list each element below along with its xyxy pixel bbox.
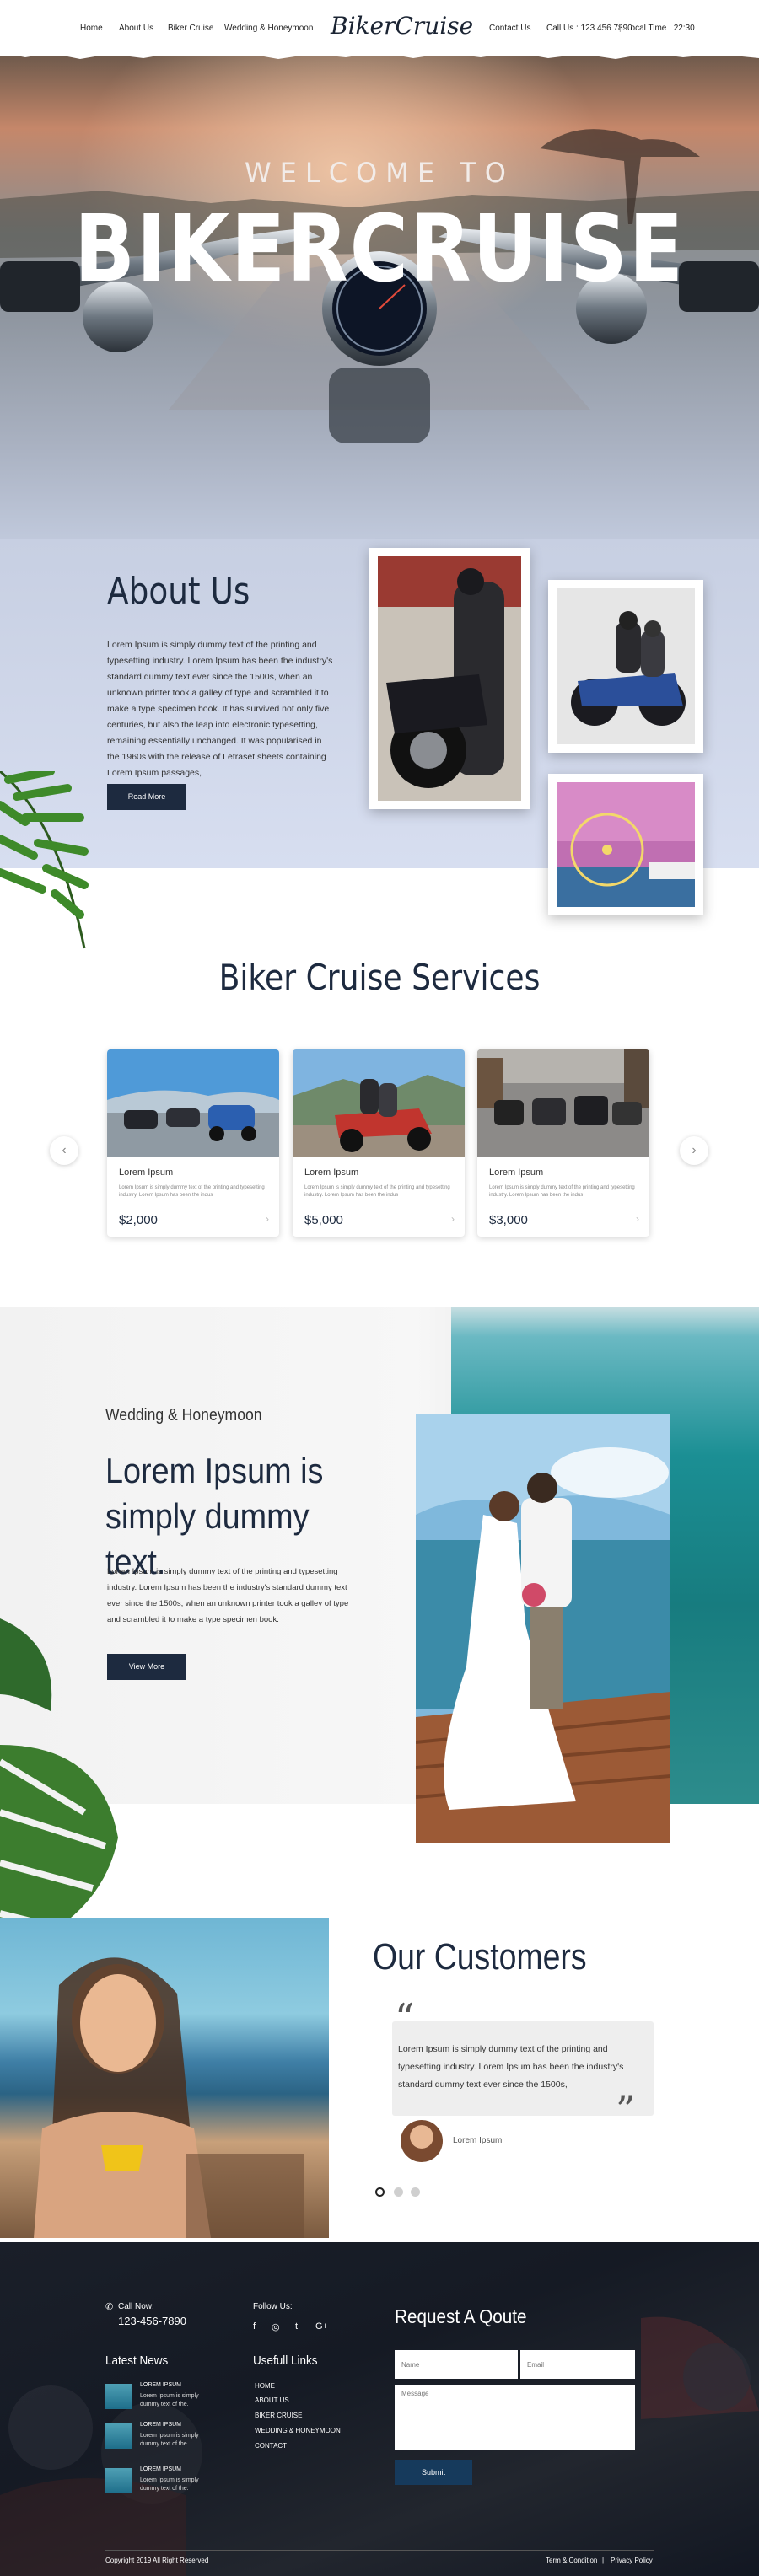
privacy-link[interactable]: Privacy Policy — [611, 2557, 653, 2564]
hero-title: BIKERCRUISE — [73, 195, 686, 303]
facebook-icon[interactable]: f — [253, 2321, 256, 2332]
service-card-price: $5,000 — [304, 1213, 343, 1227]
phone-icon: ✆ — [105, 2302, 114, 2312]
testimonial-author: Lorem Ipsum — [453, 2136, 503, 2145]
nav-wedding-honeymoon[interactable]: Wedding & Honeymoon — [224, 24, 313, 33]
follow-us-label: Follow Us: — [253, 2302, 293, 2311]
testimonial-text: Lorem Ipsum is simply dummy text of the … — [398, 2044, 624, 2090]
service-image-bikes-blue — [107, 1049, 279, 1157]
news-item-title[interactable]: LOREM IPSUM — [140, 2466, 181, 2472]
customer-avatar — [401, 2120, 443, 2162]
palm-leaf-decoration — [0, 771, 89, 949]
motorcycle-handlebar-image — [0, 56, 759, 578]
carousel-prev-button[interactable]: ‹ — [50, 1136, 78, 1165]
about-title: About Us — [107, 570, 250, 613]
footer-link-home[interactable]: HOME — [255, 2382, 275, 2390]
nav-biker-cruise[interactable]: Biker Cruise — [168, 24, 213, 33]
carousel-dot-active[interactable] — [375, 2187, 385, 2197]
service-card[interactable]: Lorem Ipsum Lorem Ipsum is simply dummy … — [107, 1049, 279, 1237]
service-card-title: Lorem Ipsum — [304, 1167, 359, 1178]
news-item-text: Lorem Ipsum is simply dummy text of the. — [140, 2433, 199, 2447]
service-image-couple-red-bike — [293, 1049, 465, 1157]
news-item-title[interactable]: LOREM IPSUM — [140, 2422, 181, 2428]
service-card[interactable]: Lorem Ipsum Lorem Ipsum is simply dummy … — [477, 1049, 649, 1237]
service-card-title: Lorem Ipsum — [119, 1167, 174, 1178]
chevron-right-icon[interactable]: › — [266, 1213, 269, 1225]
photo-ferris-wheel — [548, 774, 703, 915]
service-card-price: $3,000 — [489, 1213, 528, 1227]
nav-contact-us[interactable]: Contact Us — [489, 24, 530, 33]
service-card-desc: Lorem Ipsum is simply dummy text of the … — [304, 1185, 450, 1198]
ferris-wheel-image — [557, 782, 695, 907]
carousel-dot[interactable] — [411, 2187, 420, 2197]
couple-on-bike-image — [557, 588, 695, 744]
news-item-text: Lorem Ipsum is simply dummy text of the. — [140, 2393, 199, 2407]
service-image-street-bikes — [477, 1049, 649, 1157]
nav-home[interactable]: Home — [80, 24, 103, 33]
service-card-price: $2,000 — [119, 1213, 158, 1227]
footer-separator: | — [602, 2557, 605, 2564]
chevron-right-icon[interactable]: › — [451, 1213, 455, 1225]
hero-welcome-text: WELCOME TO — [245, 157, 514, 189]
monstera-leaf-decoration — [0, 1618, 118, 1956]
message-textarea[interactable] — [395, 2385, 635, 2450]
wedding-couple-image — [416, 1414, 670, 1843]
footer-divider — [105, 2550, 654, 2551]
photo-biker-couple — [369, 548, 530, 809]
google-plus-icon[interactable]: G+ — [315, 2321, 328, 2332]
local-time-text: Local Time : 22:30 — [626, 24, 695, 33]
latest-news-heading: Latest News — [105, 2353, 169, 2368]
name-input[interactable] — [395, 2350, 518, 2379]
instagram-icon[interactable]: ◎ — [272, 2321, 280, 2332]
useful-links-heading: Usefull Links — [253, 2353, 318, 2368]
news-item-text: Lorem Ipsum is simply dummy text of the. — [140, 2477, 199, 2492]
site-logo[interactable]: BikerCruise — [331, 12, 473, 40]
hero-banner: WELCOME TO BIKERCRUISE — [0, 56, 759, 578]
twitter-icon[interactable]: t — [295, 2321, 298, 2332]
news-thumbnail[interactable] — [105, 2384, 132, 2409]
read-more-button[interactable]: Read More — [107, 784, 186, 810]
submit-button[interactable]: Submit — [395, 2460, 472, 2485]
carousel-dot[interactable] — [394, 2187, 403, 2197]
chevron-right-icon[interactable]: › — [636, 1213, 639, 1225]
carousel-next-button[interactable]: › — [680, 1136, 708, 1165]
about-paragraph: Lorem Ipsum is simply dummy text of the … — [107, 640, 333, 778]
news-thumbnail[interactable] — [105, 2468, 132, 2493]
wedding-paragraph: Lorem Ipsum is simply dummy text of the … — [107, 1567, 349, 1624]
customers-title: Our Customers — [373, 1936, 587, 1978]
photo-couple-on-bike — [548, 580, 703, 753]
smiling-woman-beach-image — [0, 1918, 329, 2238]
footer-link-about[interactable]: ABOUT US — [255, 2396, 289, 2404]
service-card-desc: Lorem Ipsum is simply dummy text of the … — [489, 1185, 635, 1198]
biker-couple-image — [378, 556, 521, 801]
email-input[interactable] — [520, 2350, 635, 2379]
footer-link-wedding[interactable]: WEDDING & HONEYMOON — [255, 2427, 341, 2434]
nav-about-us[interactable]: About Us — [119, 24, 153, 33]
close-quote-icon: ” — [616, 2087, 636, 2133]
site-footer — [0, 2242, 759, 2576]
request-quote-heading: Request A Qoute — [395, 2305, 527, 2327]
services-title: Biker Cruise Services — [218, 957, 541, 998]
wedding-subtitle: Wedding & Honeymoon — [105, 1406, 262, 1425]
footer-background-image — [0, 2316, 759, 2576]
news-item-title[interactable]: LOREM IPSUM — [140, 2382, 181, 2388]
service-card-desc: Lorem Ipsum is simply dummy text of the … — [119, 1185, 265, 1198]
copyright-text: Copyright 2019 All Right Reserved — [105, 2557, 209, 2564]
terms-link[interactable]: Term & Condition — [546, 2557, 597, 2564]
service-card-title: Lorem Ipsum — [489, 1167, 544, 1178]
service-card[interactable]: Lorem Ipsum Lorem Ipsum is simply dummy … — [293, 1049, 465, 1237]
customer-photo-art — [34, 1957, 304, 2238]
news-thumbnail[interactable] — [105, 2423, 132, 2449]
call-now-label: Call Now: — [118, 2302, 154, 2311]
footer-phone[interactable]: 123-456-7890 — [118, 2315, 186, 2327]
footer-link-biker-cruise[interactable]: BIKER CRUISE — [255, 2412, 302, 2419]
footer-link-contact[interactable]: CONTACT — [255, 2442, 287, 2450]
torn-paper-edge — [0, 46, 759, 59]
nav-separator: | — [619, 24, 622, 33]
